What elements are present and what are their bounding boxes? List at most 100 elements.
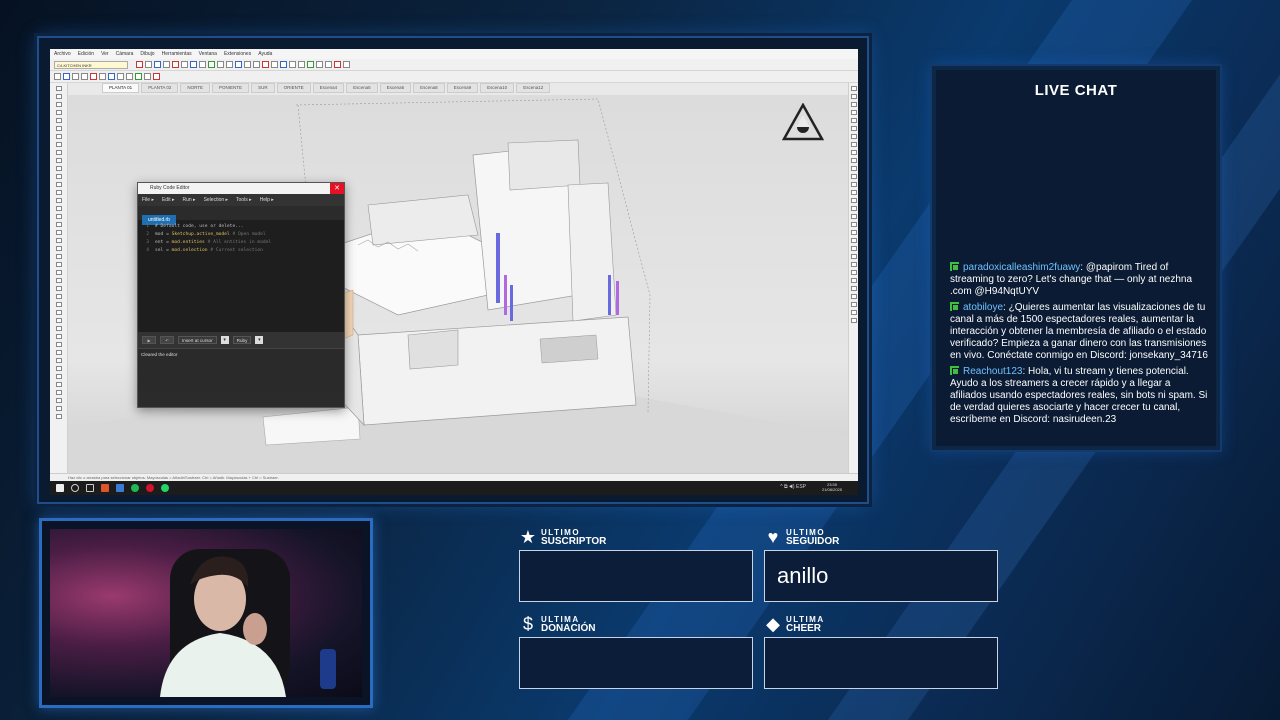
tool-icon[interactable] — [144, 73, 151, 80]
tool-icon[interactable] — [55, 302, 62, 307]
sketchup-icon[interactable] — [116, 484, 124, 492]
tool-icon[interactable] — [55, 142, 62, 147]
tool-icon[interactable] — [55, 382, 62, 387]
scene-tab[interactable]: Escena9 — [446, 83, 479, 93]
tool-icon[interactable] — [55, 94, 62, 99]
tool-icon[interactable] — [850, 166, 857, 171]
tool-icon[interactable] — [55, 118, 62, 123]
tool-icon[interactable] — [850, 102, 857, 107]
tool-icon[interactable] — [55, 278, 62, 283]
scene-tab[interactable]: SUR — [251, 83, 275, 93]
tool-icon[interactable] — [850, 190, 857, 195]
undo-button[interactable]: ↶ — [160, 336, 174, 344]
tool-icon[interactable] — [55, 286, 62, 291]
tool-icon[interactable] — [55, 342, 62, 347]
tool-icon[interactable] — [55, 406, 62, 411]
tool-icon[interactable] — [55, 126, 62, 131]
tool-icon[interactable] — [55, 86, 62, 91]
tool-icon[interactable] — [55, 238, 62, 243]
scene-tab[interactable]: Escena10 — [480, 83, 515, 93]
tool-icon[interactable] — [850, 118, 857, 123]
ruby-editor-titlebar[interactable]: Ruby Code Editor ✕ — [138, 183, 344, 194]
scene-tab[interactable]: Escena6 — [379, 83, 412, 93]
tool-icon[interactable] — [117, 73, 124, 80]
tool-icon[interactable] — [226, 61, 233, 68]
scene-tab[interactable]: PLANTA 02 — [141, 83, 179, 93]
tool-icon[interactable] — [262, 61, 269, 68]
scene-tab[interactable]: PONIENTE — [212, 83, 250, 93]
start-icon[interactable] — [56, 484, 64, 492]
task-view-icon[interactable] — [86, 484, 94, 492]
tool-icon[interactable] — [850, 254, 857, 259]
opera-icon[interactable] — [146, 484, 154, 492]
tool-icon[interactable] — [850, 110, 857, 115]
menu-item[interactable]: Ventana — [199, 51, 217, 57]
tool-icon[interactable] — [307, 61, 314, 68]
menu-item[interactable]: Edición — [78, 51, 94, 57]
tool-icon[interactable] — [90, 73, 97, 80]
tool-icon[interactable] — [850, 270, 857, 275]
tool-icon[interactable] — [172, 61, 179, 68]
tool-icon[interactable] — [54, 73, 61, 80]
ruby-menu-item[interactable]: File ▸ — [142, 197, 154, 203]
tool-icon[interactable] — [253, 61, 260, 68]
tool-icon[interactable] — [850, 134, 857, 139]
tool-icon[interactable] — [850, 214, 857, 219]
tool-icon[interactable] — [289, 61, 296, 68]
tool-icon[interactable] — [850, 182, 857, 187]
tool-icon[interactable] — [55, 174, 62, 179]
tool-icon[interactable] — [850, 126, 857, 131]
scene-tab[interactable]: ORIENTE — [276, 83, 311, 93]
run-button[interactable]: ▶ — [142, 336, 156, 344]
code-editor[interactable]: 1 # Default code, use or delete... 2 mod… — [138, 220, 344, 332]
tool-icon[interactable] — [244, 61, 251, 68]
tool-icon[interactable] — [145, 61, 152, 68]
tool-icon[interactable] — [81, 73, 88, 80]
tool-icon[interactable] — [55, 374, 62, 379]
tool-icon[interactable] — [55, 350, 62, 355]
chevron-down-icon[interactable]: ▾ — [220, 336, 229, 344]
tool-icon[interactable] — [55, 134, 62, 139]
tool-icon[interactable] — [208, 61, 215, 68]
tool-icon[interactable] — [72, 73, 79, 80]
tool-icon[interactable] — [199, 61, 206, 68]
scene-tab[interactable]: PLANTA 01 — [102, 83, 140, 93]
scene-tab[interactable]: Escena5 — [346, 83, 378, 93]
scene-tab[interactable]: NORTE — [180, 83, 211, 93]
tool-icon[interactable] — [55, 222, 62, 227]
scene-tab[interactable]: Escena8 — [413, 83, 445, 93]
tool-icon[interactable] — [55, 150, 62, 155]
tool-icon[interactable] — [55, 414, 62, 419]
tool-icon[interactable] — [55, 366, 62, 371]
tool-icon[interactable] — [298, 61, 305, 68]
tool-icon[interactable] — [55, 326, 62, 331]
tool-icon[interactable] — [55, 254, 62, 259]
tool-icon[interactable] — [99, 73, 106, 80]
tool-icon[interactable] — [850, 86, 857, 91]
tool-icon[interactable] — [55, 190, 62, 195]
ruby-menu-item[interactable]: Run ▸ — [182, 197, 195, 203]
menu-item[interactable]: Herramientas — [162, 51, 192, 57]
taskbar-clock[interactable]: 23:55 21/08/2025 — [822, 482, 842, 492]
tool-icon[interactable] — [280, 61, 287, 68]
tool-icon[interactable] — [55, 270, 62, 275]
tool-icon[interactable] — [154, 61, 161, 68]
tool-icon[interactable] — [55, 214, 62, 219]
tool-icon[interactable] — [850, 198, 857, 203]
tool-icon[interactable] — [55, 206, 62, 211]
tool-icon[interactable] — [55, 230, 62, 235]
tool-icon[interactable] — [55, 318, 62, 323]
menu-item[interactable]: Dibujo — [140, 51, 154, 57]
tool-icon[interactable] — [55, 262, 62, 267]
tool-icon[interactable] — [55, 166, 62, 171]
ruby-menu-item[interactable]: Selection ▸ — [204, 197, 228, 203]
tool-icon[interactable] — [55, 246, 62, 251]
ruby-menu-item[interactable]: Edit ▸ — [162, 197, 175, 203]
search-icon[interactable] — [71, 484, 79, 492]
tool-icon[interactable] — [850, 142, 857, 147]
tool-icon[interactable] — [334, 61, 341, 68]
spotify-icon[interactable] — [131, 484, 139, 492]
insert-mode-select[interactable]: Insert at cursor — [178, 336, 217, 344]
brave-icon[interactable] — [101, 484, 109, 492]
tool-icon[interactable] — [850, 158, 857, 163]
